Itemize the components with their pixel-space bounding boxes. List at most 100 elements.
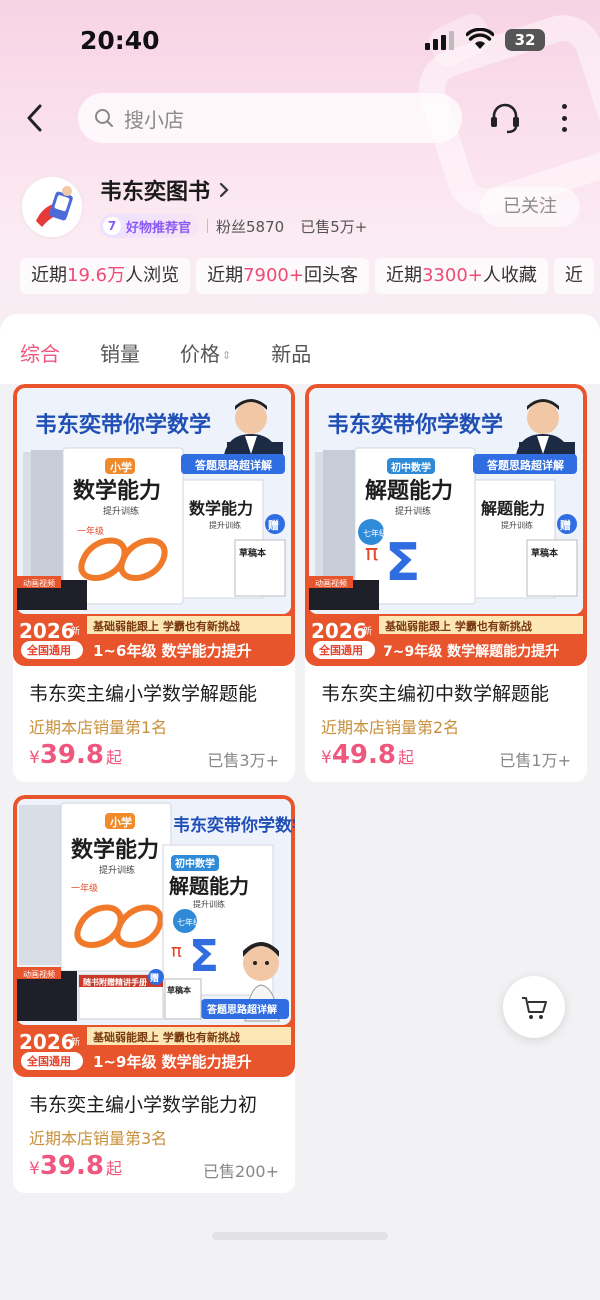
product-image[interactable]: 韦东奕带你学数学 小学 数学能力 提升训练 一年级 答题思路超详解 数学能力 提… xyxy=(13,384,295,666)
follow-button[interactable]: 已关注 xyxy=(480,187,580,227)
product-title[interactable]: 韦东奕主编小学数学解题能 xyxy=(29,679,287,706)
price-currency: ¥ xyxy=(29,1159,40,1179)
svg-text:Σ: Σ xyxy=(385,533,421,593)
svg-text:π: π xyxy=(171,941,182,962)
badge-level: 7 xyxy=(103,217,121,235)
sales-rank: 近期本店销量第1名 xyxy=(29,718,168,737)
svg-text:全国通用: 全国通用 xyxy=(318,643,363,657)
svg-text:小学: 小学 xyxy=(109,815,132,829)
tab-sales[interactable]: 销量 xyxy=(100,338,140,367)
svg-text:1~9年级 数学能力提升: 1~9年级 数学能力提升 xyxy=(93,1053,252,1071)
svg-text:提升训练: 提升训练 xyxy=(99,864,135,876)
customer-service-icon[interactable] xyxy=(488,100,522,136)
svg-text:数学能力: 数学能力 xyxy=(71,837,159,863)
cart-icon xyxy=(522,997,547,1019)
svg-text:答题思路超详解: 答题思路超详解 xyxy=(487,458,564,472)
svg-text:提升训练: 提升训练 xyxy=(395,505,431,517)
svg-text:解题能力: 解题能力 xyxy=(365,478,453,504)
svg-text:全国通用: 全国通用 xyxy=(26,643,71,657)
svg-text:小学: 小学 xyxy=(109,460,132,474)
svg-text:动画视频: 动画视频 xyxy=(23,578,55,588)
shop-name-text: 韦东奕图书 xyxy=(100,180,211,205)
product-title[interactable]: 韦东奕主编初中数学解题能 xyxy=(321,679,579,706)
svg-text:1~6年级 数学能力提升: 1~6年级 数学能力提升 xyxy=(93,642,252,660)
tab-price[interactable]: 价格 ⇕ xyxy=(180,338,231,367)
stat-returning[interactable]: 近期7900+回头客 xyxy=(196,258,369,294)
product-title[interactable]: 韦东奕主编小学数学能力初 xyxy=(29,1090,287,1117)
svg-text:7~9年级 数学解题能力提升: 7~9年级 数学解题能力提升 xyxy=(383,643,559,660)
sort-arrows-icon: ⇕ xyxy=(222,349,232,362)
price-suffix: 起 xyxy=(105,748,122,767)
stat-more[interactable]: 近 xyxy=(553,258,594,294)
svg-text:基础弱能跟上 学霸也有新挑战: 基础弱能跟上 学霸也有新挑战 xyxy=(92,619,240,633)
shop-sold-count: 已售5万+ xyxy=(300,217,368,236)
svg-text:提升训练: 提升训练 xyxy=(501,520,533,530)
chevron-right-icon xyxy=(219,182,229,198)
price-suffix: 起 xyxy=(397,748,414,767)
sold-count: 已售200+ xyxy=(203,1162,279,1181)
price-currency: ¥ xyxy=(321,748,332,768)
svg-text:初中数学: 初中数学 xyxy=(175,857,215,870)
price-currency: ¥ xyxy=(29,748,40,768)
wifi-icon xyxy=(466,28,494,49)
sort-tabs: 综合 销量 价格 ⇕ 新品 xyxy=(20,338,311,367)
product-price: ¥ 49.8 起 xyxy=(321,740,414,770)
stat-views[interactable]: 近期19.6万人浏览 xyxy=(20,258,191,294)
svg-text:数学能力: 数学能力 xyxy=(189,499,253,518)
more-menu-icon[interactable] xyxy=(556,100,572,136)
svg-text:基础弱能跟上 学霸也有新挑战: 基础弱能跟上 学霸也有新挑战 xyxy=(384,619,532,633)
cart-button[interactable] xyxy=(503,976,565,1038)
svg-text:赠: 赠 xyxy=(150,972,159,984)
tab-new[interactable]: 新品 xyxy=(271,338,311,367)
search-placeholder: 搜小店 xyxy=(124,107,184,132)
price-value: 39.8 xyxy=(39,740,104,770)
svg-text:韦东奕带你学数学: 韦东奕带你学数学 xyxy=(173,815,295,836)
svg-text:新: 新 xyxy=(363,625,372,637)
price-value: 49.8 xyxy=(331,740,396,770)
svg-text:草稿本: 草稿本 xyxy=(531,547,559,559)
svg-text:解题能力: 解题能力 xyxy=(481,499,545,518)
svg-text:提升训练: 提升训练 xyxy=(209,520,241,530)
svg-text:答题思路超详解: 答题思路超详解 xyxy=(195,458,272,472)
divider xyxy=(207,219,209,233)
signal-icon xyxy=(425,30,454,50)
product-card[interactable]: 韦东奕带你学数学 初中数学 解题能力 提升训练 Σ π 七年级 答题思路超详解 … xyxy=(305,384,587,782)
svg-text:全国通用: 全国通用 xyxy=(26,1054,71,1068)
product-card[interactable]: 小学 数学能力 提升训练 一年级 韦东奕带你学数学 初中数学 解题能力 提升训练… xyxy=(13,795,295,1193)
tab-price-label: 价格 xyxy=(180,342,220,366)
product-image[interactable]: 韦东奕带你学数学 初中数学 解题能力 提升训练 Σ π 七年级 答题思路超详解 … xyxy=(305,384,587,666)
product-image[interactable]: 小学 数学能力 提升训练 一年级 韦东奕带你学数学 初中数学 解题能力 提升训练… xyxy=(13,795,295,1077)
svg-text:答题思路超详解: 答题思路超详解 xyxy=(206,1003,277,1016)
status-bar: 20:40 32 xyxy=(0,0,600,80)
shop-meta: 7 好物推荐官 粉丝5870 已售5万+ xyxy=(100,214,367,238)
svg-text:草稿本: 草稿本 xyxy=(167,985,191,995)
battery-icon: 32 xyxy=(505,29,545,51)
svg-text:草稿本: 草稿本 xyxy=(239,547,267,559)
shop-name[interactable]: 韦东奕图书 xyxy=(100,174,230,206)
svg-text:一年级: 一年级 xyxy=(77,525,104,537)
svg-text:新: 新 xyxy=(71,1036,80,1048)
svg-text:提升训练: 提升训练 xyxy=(193,899,225,909)
stat-favorites[interactable]: 近期3300+人收藏 xyxy=(374,258,548,294)
svg-text:随书附赠精讲手册: 随书附赠精讲手册 xyxy=(83,977,147,987)
product-price: ¥ 39.8 起 xyxy=(29,1151,122,1181)
tab-comprehensive[interactable]: 综合 xyxy=(20,338,60,367)
product-price: ¥ 39.8 起 xyxy=(29,740,122,770)
recommender-badge: 7 好物推荐官 xyxy=(100,214,200,238)
product-card[interactable]: 韦东奕带你学数学 小学 数学能力 提升训练 一年级 答题思路超详解 数学能力 提… xyxy=(13,384,295,782)
svg-text:一年级: 一年级 xyxy=(71,882,98,894)
price-value: 39.8 xyxy=(39,1151,104,1181)
search-input[interactable]: 搜小店 xyxy=(78,93,462,143)
svg-text:2026: 2026 xyxy=(19,1030,75,1054)
search-icon xyxy=(95,109,113,127)
svg-text:Σ: Σ xyxy=(189,931,219,982)
home-indicator xyxy=(212,1232,388,1240)
back-arrow-icon[interactable] xyxy=(22,100,50,136)
svg-text:数学能力: 数学能力 xyxy=(73,478,161,504)
shop-avatar[interactable] xyxy=(20,175,84,239)
followers-count: 粉丝5870 xyxy=(216,217,285,236)
svg-text:动画视频: 动画视频 xyxy=(23,969,55,979)
svg-text:2026: 2026 xyxy=(19,619,75,643)
svg-text:2026: 2026 xyxy=(311,619,367,643)
svg-text:初中数学: 初中数学 xyxy=(391,461,431,474)
